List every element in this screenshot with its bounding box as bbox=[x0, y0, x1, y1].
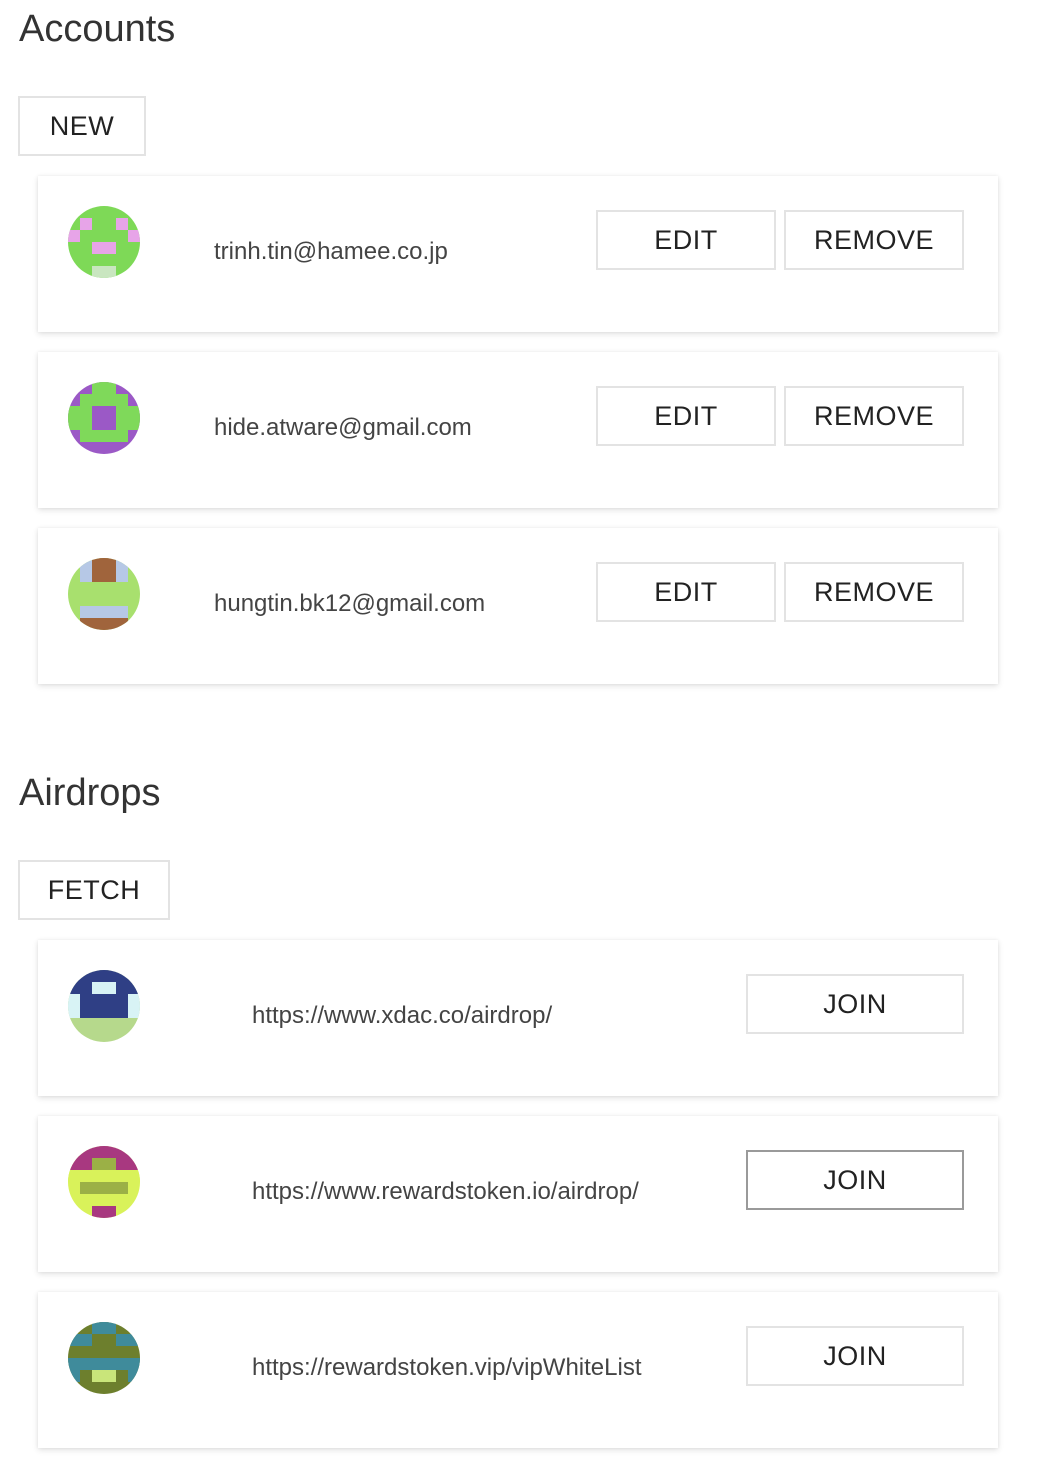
accounts-heading: Accounts bbox=[19, 8, 176, 50]
airdrop-url: https://rewardstoken.vip/vipWhiteList bbox=[252, 1354, 642, 1381]
avatar bbox=[68, 1146, 140, 1218]
avatar bbox=[68, 970, 140, 1042]
new-account-button[interactable]: NEW bbox=[18, 96, 146, 156]
airdrop-card: https://www.rewardstoken.io/airdrop/ JOI… bbox=[38, 1116, 998, 1272]
join-button[interactable]: JOIN bbox=[746, 1326, 964, 1386]
avatar bbox=[68, 1322, 140, 1394]
airdrop-url: https://www.xdac.co/airdrop/ bbox=[252, 1002, 553, 1029]
airdrop-card: https://www.xdac.co/airdrop/ JOIN bbox=[38, 940, 998, 1096]
account-card: hide.atware@gmail.com EDIT REMOVE bbox=[38, 352, 998, 508]
remove-button[interactable]: REMOVE bbox=[784, 562, 964, 622]
join-button[interactable]: JOIN bbox=[746, 1150, 964, 1210]
edit-button[interactable]: EDIT bbox=[596, 210, 776, 270]
remove-button[interactable]: REMOVE bbox=[784, 210, 964, 270]
avatar bbox=[68, 558, 140, 630]
account-email: hide.atware@gmail.com bbox=[214, 414, 472, 441]
avatar bbox=[68, 382, 140, 454]
remove-button[interactable]: REMOVE bbox=[784, 386, 964, 446]
airdrop-card: https://rewardstoken.vip/vipWhiteList JO… bbox=[38, 1292, 998, 1448]
edit-button[interactable]: EDIT bbox=[596, 562, 776, 622]
airdrop-url: https://www.rewardstoken.io/airdrop/ bbox=[252, 1178, 639, 1205]
account-email: trinh.tin@hamee.co.jp bbox=[214, 238, 448, 265]
edit-button[interactable]: EDIT bbox=[596, 386, 776, 446]
fetch-button[interactable]: FETCH bbox=[18, 860, 170, 920]
join-button[interactable]: JOIN bbox=[746, 974, 964, 1034]
avatar bbox=[68, 206, 140, 278]
airdrops-heading: Airdrops bbox=[19, 772, 161, 814]
account-card: hungtin.bk12@gmail.com EDIT REMOVE bbox=[38, 528, 998, 684]
account-card: trinh.tin@hamee.co.jp EDIT REMOVE bbox=[38, 176, 998, 332]
account-email: hungtin.bk12@gmail.com bbox=[214, 590, 486, 617]
